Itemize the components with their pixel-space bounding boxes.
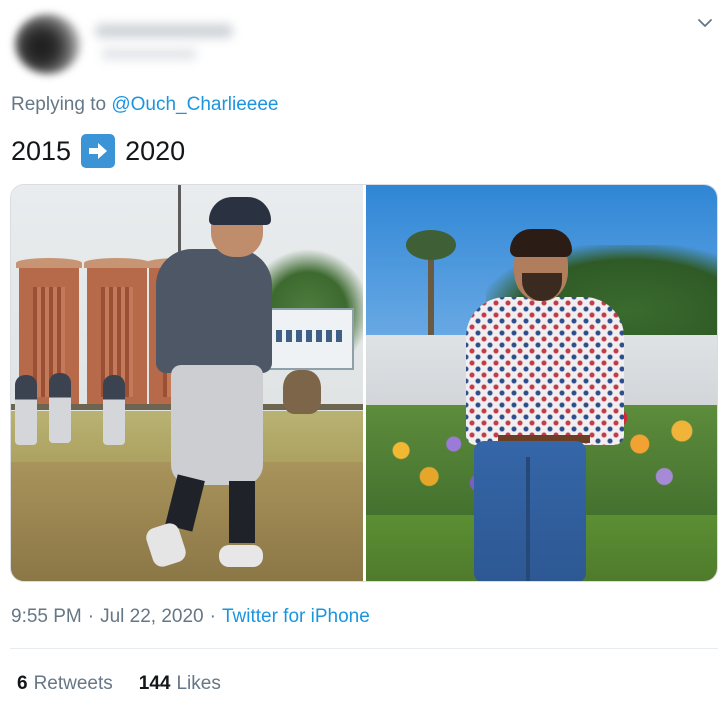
reply-mention-link[interactable]: @Ouch_Charlieeee [111, 94, 278, 115]
photo-baseball-2015[interactable] [11, 185, 363, 581]
author-header[interactable] [9, 6, 235, 76]
meta-separator: · [209, 606, 216, 627]
tweet-time[interactable]: 9:55 PM [11, 606, 82, 628]
author-handle-blurred [101, 48, 197, 60]
divider [10, 648, 718, 649]
retweets-stat[interactable]: 6 Retweets [17, 673, 113, 695]
tweet-date[interactable]: Jul 22, 2020 [100, 606, 204, 628]
right-arrow-icon [81, 134, 116, 168]
reply-prefix: Replying to [11, 94, 107, 115]
photo-garden-2020[interactable] [365, 185, 717, 581]
retweets-label: Retweets [33, 673, 113, 694]
chevron-down-icon[interactable] [695, 13, 715, 33]
retweets-count: 6 [17, 673, 28, 694]
media-grid [10, 184, 718, 582]
likes-stat[interactable]: 144 Likes [139, 673, 221, 695]
tweet-source-link[interactable]: Twitter for iPhone [222, 606, 370, 628]
year-to: 2020 [125, 136, 186, 166]
likes-label: Likes [176, 673, 221, 694]
engagement-stats: 6 Retweets 144 Likes [17, 673, 221, 695]
author-name-blurred[interactable] [95, 24, 233, 38]
avatar[interactable] [15, 14, 81, 74]
year-from: 2015 [11, 136, 72, 166]
tweet: Replying to @Ouch_Charlieeee 2015 2020 9… [0, 0, 725, 710]
tweet-meta: 9:55 PM · Jul 22, 2020 · Twitter for iPh… [11, 606, 370, 628]
likes-count: 144 [138, 673, 171, 694]
tweet-text: 2015 2020 [11, 133, 185, 169]
meta-separator: · [87, 606, 95, 627]
reply-context: Replying to @Ouch_Charlieeee [11, 94, 279, 116]
